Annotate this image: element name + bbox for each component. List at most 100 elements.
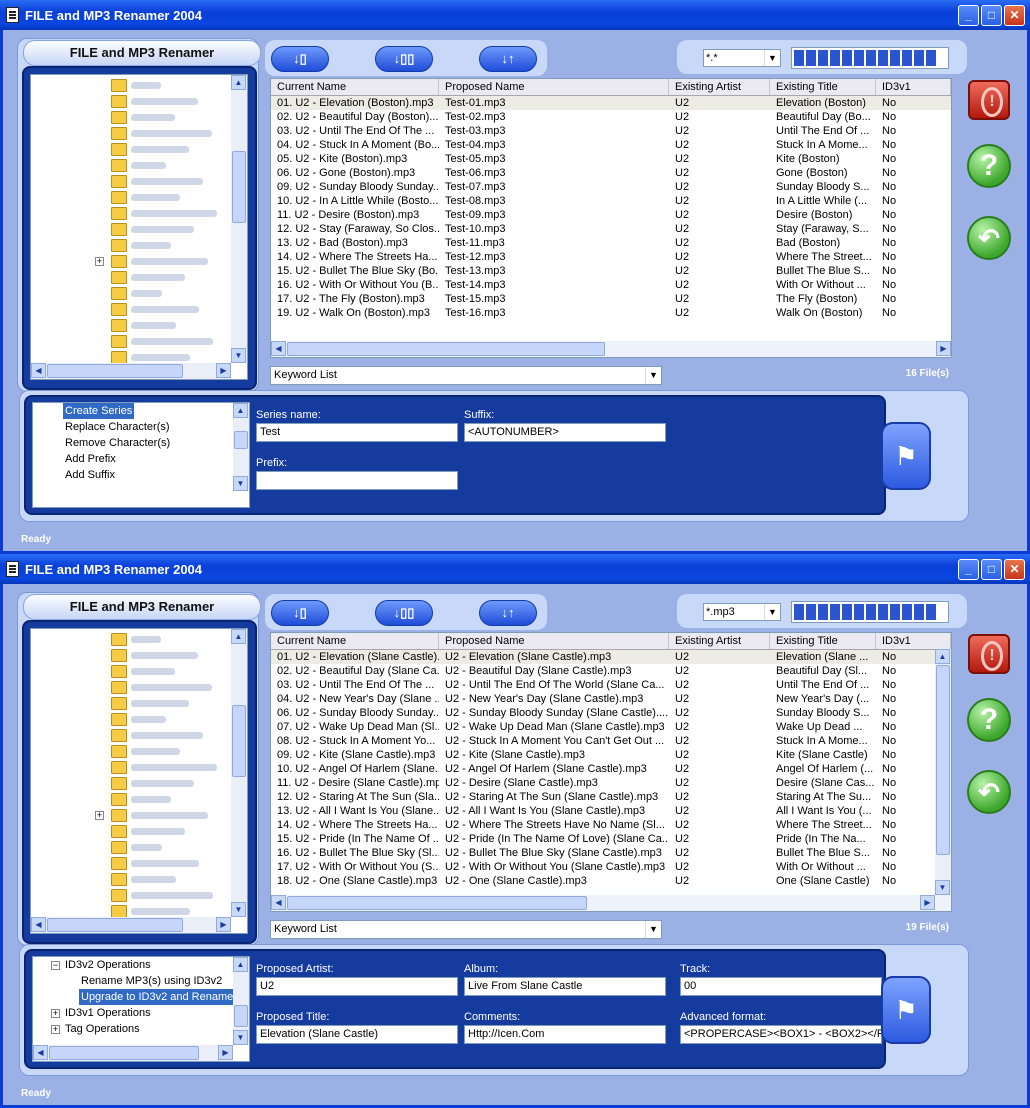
- prefix-input[interactable]: [256, 471, 458, 490]
- close-button[interactable]: ✕: [1004, 5, 1025, 26]
- op-add-suffix[interactable]: Add Suffix: [65, 467, 115, 483]
- file-filter-select[interactable]: *.* ▼: [703, 49, 781, 67]
- folder-tree-item[interactable]: [31, 871, 231, 887]
- folder-tree-item[interactable]: [31, 125, 231, 141]
- folder-tree-item[interactable]: [31, 887, 231, 903]
- comments-input[interactable]: Http://Icen.Com: [464, 1025, 666, 1044]
- sort-up-button[interactable]: ↓↑: [479, 600, 537, 626]
- table-row[interactable]: 05. U2 - Kite (Boston).mp3 Test-05.mp3 U2 K…: [271, 152, 951, 166]
- folder-tree-item[interactable]: [31, 317, 231, 333]
- scroll-up-button[interactable]: ▲: [231, 75, 246, 90]
- suffix-input[interactable]: <AUTONUMBER>: [464, 423, 666, 442]
- scroll-thumb[interactable]: [47, 918, 183, 932]
- folder-tree-item[interactable]: [31, 285, 231, 301]
- table-row[interactable]: 04. U2 - New Year's Day (Slane ... U2 - N…: [271, 692, 951, 706]
- table-row[interactable]: 13. U2 - All I Want Is You (Slane... U2 -…: [271, 804, 951, 818]
- title-bar[interactable]: FILE and MP3 Renamer 2004 _ □ ✕: [0, 0, 1030, 30]
- album-input[interactable]: Live From Slane Castle: [464, 977, 666, 996]
- track-input[interactable]: 00: [680, 977, 882, 996]
- scroll-down-button[interactable]: ▼: [233, 476, 248, 491]
- column-header-current-name[interactable]: Current Name: [271, 79, 439, 95]
- minimize-button[interactable]: _: [958, 5, 979, 26]
- proposed-artist-input[interactable]: U2: [256, 977, 458, 996]
- column-header-current-name[interactable]: Current Name: [271, 633, 439, 649]
- scroll-up-button[interactable]: ▲: [233, 403, 248, 418]
- folder-tree-item[interactable]: [31, 237, 231, 253]
- scroll-right-button[interactable]: ▶: [216, 363, 231, 378]
- file-table[interactable]: Current Name Proposed Name Existing Arti…: [270, 78, 952, 358]
- folder-tree-item[interactable]: [31, 631, 231, 647]
- sort-copy-button[interactable]: ↓▯▯: [375, 46, 433, 72]
- folder-tree-item[interactable]: [31, 157, 231, 173]
- undo-button[interactable]: ↶: [967, 770, 1011, 814]
- folder-tree-item[interactable]: [31, 93, 231, 109]
- ops-horizontal-scrollbar[interactable]: ◀ ▶: [33, 1045, 233, 1061]
- collapse-icon[interactable]: −: [51, 961, 60, 970]
- table-row[interactable]: 14. U2 - Where The Streets Ha... Test-12.…: [271, 250, 951, 264]
- folder-tree-item[interactable]: [31, 333, 231, 349]
- maximize-button[interactable]: □: [981, 5, 1002, 26]
- table-row[interactable]: 07. U2 - Wake Up Dead Man (Sl... U2 - Wak…: [271, 720, 951, 734]
- expand-icon[interactable]: +: [51, 1025, 60, 1034]
- scroll-up-button[interactable]: ▲: [935, 649, 950, 664]
- op-id3v1-operations[interactable]: ID3v1 Operations: [65, 1005, 151, 1021]
- scroll-right-button[interactable]: ▶: [920, 895, 935, 910]
- finish-button[interactable]: ⚑: [881, 422, 931, 490]
- column-header-existing-artist[interactable]: Existing Artist: [669, 79, 770, 95]
- table-row[interactable]: 02. U2 - Beautiful Day (Slane Ca... U2 - …: [271, 664, 951, 678]
- folder-tree-item[interactable]: [31, 77, 231, 93]
- file-table[interactable]: Current Name Proposed Name Existing Arti…: [270, 632, 952, 912]
- tree-vertical-scrollbar[interactable]: ▲ ▼: [231, 75, 247, 363]
- table-row[interactable]: 10. U2 - In A Little While (Bosto... Test…: [271, 194, 951, 208]
- scroll-thumb[interactable]: [287, 342, 605, 356]
- table-row[interactable]: 01. U2 - Elevation (Slane Castle)... U2 -…: [271, 650, 951, 664]
- table-row[interactable]: 10. U2 - Angel Of Harlem (Slane... U2 - A…: [271, 762, 951, 776]
- scroll-down-button[interactable]: ▼: [233, 1030, 248, 1045]
- operations-tree[interactable]: − ID3v2 Operations Rename MP3(s) using I…: [32, 956, 250, 1062]
- folder-tree-item[interactable]: [31, 173, 231, 189]
- folder-tree-item[interactable]: [31, 695, 231, 711]
- tree-horizontal-scrollbar[interactable]: ◀ ▶: [31, 363, 231, 379]
- op-replace-characters[interactable]: Replace Character(s): [65, 419, 170, 435]
- folder-tree[interactable]: + ▲ ▼ ◀ ▶: [30, 74, 248, 380]
- folder-tree-item[interactable]: [31, 775, 231, 791]
- tree-horizontal-scrollbar[interactable]: ◀ ▶: [31, 917, 231, 933]
- table-row[interactable]: 17. U2 - The Fly (Boston).mp3 Test-15.mp3…: [271, 292, 951, 306]
- table-row[interactable]: 17. U2 - With Or Without You (S... U2 - W…: [271, 860, 951, 874]
- tree-vertical-scrollbar[interactable]: ▲ ▼: [231, 629, 247, 917]
- folder-tree-item[interactable]: [31, 679, 231, 695]
- table-row[interactable]: 06. U2 - Sunday Bloody Sunday... U2 - Sun…: [271, 706, 951, 720]
- chevron-down-icon[interactable]: ▼: [764, 604, 780, 620]
- scroll-up-button[interactable]: ▲: [231, 629, 246, 644]
- scroll-right-button[interactable]: ▶: [218, 1045, 233, 1060]
- folder-tree-item[interactable]: [31, 189, 231, 205]
- table-row[interactable]: 16. U2 - With Or Without You (B... Test-1…: [271, 278, 951, 292]
- folder-tree-item[interactable]: [31, 791, 231, 807]
- sort-down-button[interactable]: ↓▯: [271, 600, 329, 626]
- table-row[interactable]: 02. U2 - Beautiful Day (Boston).... Test-…: [271, 110, 951, 124]
- folder-tree-item[interactable]: [31, 205, 231, 221]
- expand-icon[interactable]: +: [51, 1009, 60, 1018]
- scroll-left-button[interactable]: ◀: [271, 895, 286, 910]
- scroll-right-button[interactable]: ▶: [216, 917, 231, 932]
- scroll-left-button[interactable]: ◀: [271, 341, 286, 356]
- op-id3v2-operations[interactable]: ID3v2 Operations: [65, 957, 151, 973]
- table-row[interactable]: 01. U2 - Elevation (Boston).mp3 Test-01.m…: [271, 96, 951, 110]
- scroll-down-button[interactable]: ▼: [231, 902, 246, 917]
- table-row[interactable]: 11. U2 - Desire (Slane Castle).mp3 U2 - D…: [271, 776, 951, 790]
- op-upgrade-to-id3v2-and-rename[interactable]: Upgrade to ID3v2 and Rename: [79, 989, 236, 1005]
- ops-vertical-scrollbar[interactable]: ▲ ▼: [233, 957, 249, 1045]
- scroll-thumb[interactable]: [49, 1046, 199, 1060]
- sort-up-button[interactable]: ↓↑: [479, 46, 537, 72]
- sort-down-button[interactable]: ↓▯: [271, 46, 329, 72]
- folder-tree-item[interactable]: [31, 727, 231, 743]
- stop-button[interactable]: [968, 634, 1010, 674]
- folder-tree-item[interactable]: [31, 839, 231, 855]
- folder-tree-item[interactable]: [31, 301, 231, 317]
- column-header-id3v1[interactable]: ID3v1: [876, 633, 951, 649]
- table-vertical-scrollbar[interactable]: ▲ ▼: [935, 649, 951, 895]
- file-filter-select[interactable]: *.mp3 ▼: [703, 603, 781, 621]
- table-row[interactable]: 03. U2 - Until The End Of The ... U2 - Un…: [271, 678, 951, 692]
- column-header-proposed-name[interactable]: Proposed Name: [439, 79, 669, 95]
- table-row[interactable]: 11. U2 - Desire (Boston).mp3 Test-09.mp3 U…: [271, 208, 951, 222]
